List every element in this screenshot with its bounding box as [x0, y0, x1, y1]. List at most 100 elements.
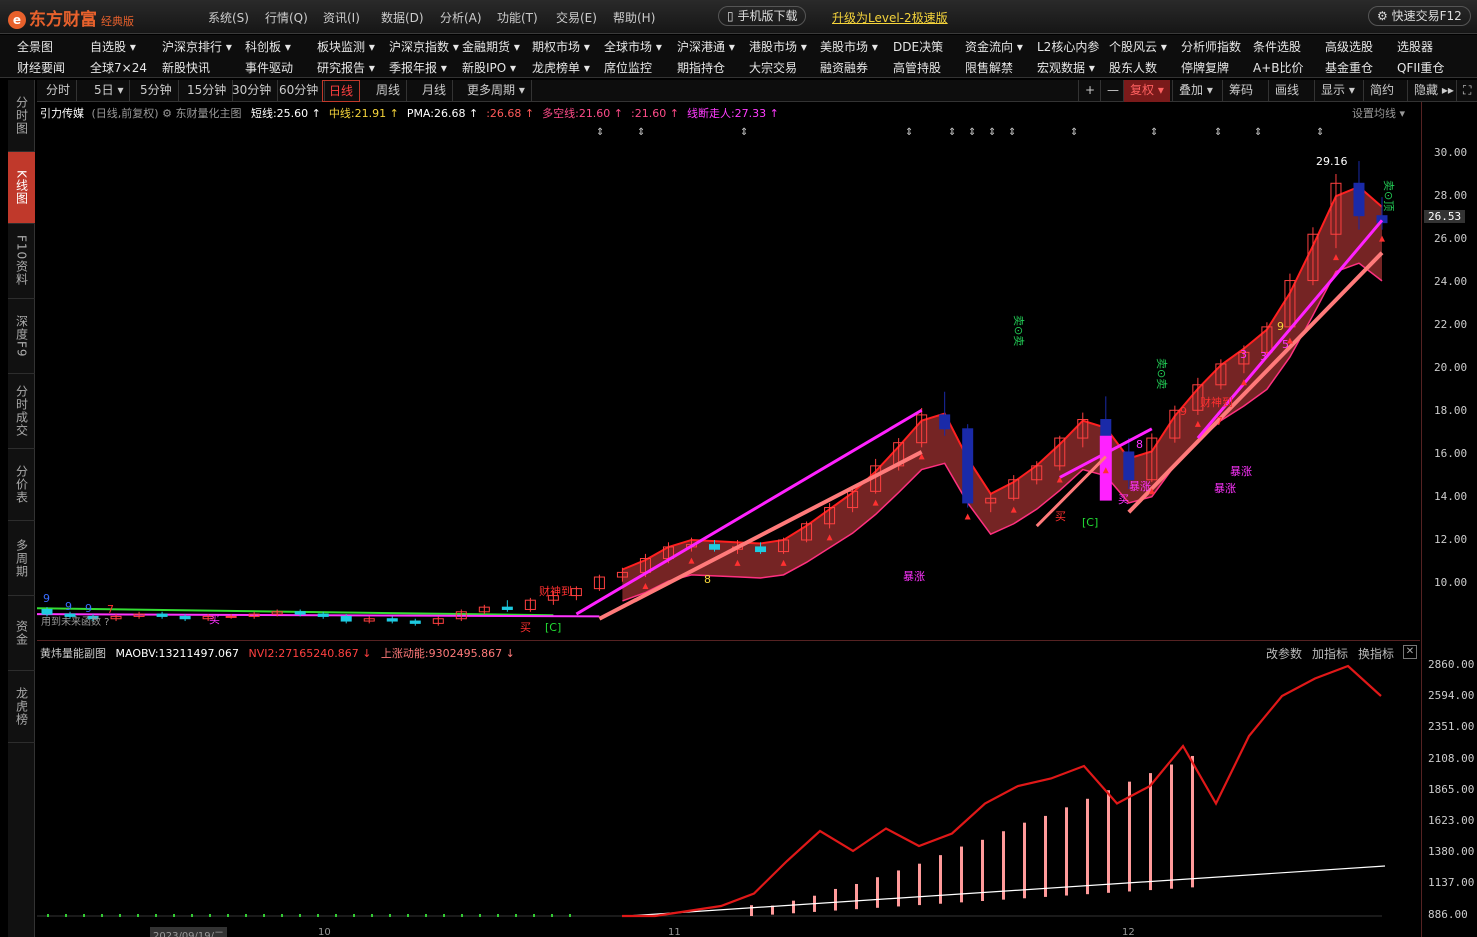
nav-item[interactable]: 沪深京指数 ▾ — [389, 38, 459, 55]
nav-item[interactable]: 基金重仓 — [1325, 59, 1373, 76]
small-volume-bar — [281, 914, 283, 917]
sub-indicator-button[interactable]: 换指标 — [1358, 645, 1394, 662]
sidebar-tab[interactable]: 分价表 — [8, 449, 35, 521]
chart-tool-button[interactable]: ⛶ — [1456, 80, 1477, 102]
nav-item[interactable]: 宏观数据 ▾ — [1037, 59, 1095, 76]
chart-tool-button[interactable]: 显示 ▾ — [1314, 80, 1361, 102]
period-tab[interactable]: 30分钟 — [226, 80, 279, 102]
chart-tool-button[interactable]: 筹码 — [1222, 80, 1259, 102]
nav-item[interactable]: 席位监控 — [604, 59, 652, 76]
top-menu-item[interactable]: 交易(E) — [556, 9, 597, 26]
chart-tool-button[interactable]: 画线 — [1268, 80, 1305, 102]
nav-item[interactable]: 财经要闻 — [17, 59, 65, 76]
period-tab[interactable]: 分时 — [40, 80, 78, 102]
top-menu-item[interactable]: 系统(S) — [208, 9, 249, 26]
nav-item[interactable]: 融资融券 — [820, 59, 868, 76]
chart-tool-button[interactable]: — — [1100, 80, 1125, 102]
ma-settings-button[interactable]: 设置均线 ▾ — [1352, 105, 1405, 121]
top-menu-item[interactable]: 行情(Q) — [265, 9, 308, 26]
sidebar-tab[interactable]: 多周期 — [8, 521, 35, 596]
nav-item[interactable]: 事件驱动 — [245, 59, 293, 76]
nav-item[interactable]: 龙虎榜单 ▾ — [532, 59, 590, 76]
sub-indicator-button[interactable]: 加指标 — [1312, 645, 1348, 662]
nav-item[interactable]: 金融期货 ▾ — [462, 38, 520, 55]
quick-trade-button[interactable]: ⚙ 快速交易F12 — [1368, 6, 1471, 26]
main-chart-name[interactable]: 东财量化主图 — [175, 107, 241, 120]
period-tab[interactable]: 60分钟 — [273, 80, 326, 102]
nav-item[interactable]: 高管持股 — [893, 59, 941, 76]
kline-chart[interactable]: ⇕ ⇕ ⇕ ⇕ ⇕ ⇕ ⇕ ⇕ ⇕ ⇕ ⇕ ⇕ ⇕29.16卖⊙顶卖⊙卖卖⊙卖财神到财神到暴涨暴涨暴涨暴… — [37, 120, 1420, 638]
period-tab[interactable]: 月线 — [416, 80, 454, 102]
sidebar-tab[interactable]: 深度F9 — [8, 299, 35, 374]
top-menu-item[interactable]: 数据(D) — [381, 9, 424, 26]
count-label: 3 — [1240, 348, 1247, 361]
nav-item[interactable]: 限售解禁 — [965, 59, 1013, 76]
chart-tool-button[interactable]: 叠加 ▾ — [1172, 80, 1219, 102]
nav-item[interactable]: 新股IPO ▾ — [462, 59, 516, 76]
small-volume-bar — [407, 914, 409, 917]
top-menu-item[interactable]: 分析(A) — [440, 9, 482, 26]
nav-item[interactable]: A+B比价 — [1253, 59, 1304, 76]
nav-item[interactable]: 个股风云 ▾ — [1109, 38, 1167, 55]
top-menu-item[interactable]: 帮助(H) — [613, 9, 655, 26]
sidebar-tab[interactable]: 分时成交 — [8, 374, 35, 449]
sub-indicator-name[interactable]: 黄炜量能副图 — [40, 647, 106, 660]
nav-item[interactable]: 高级选股 — [1325, 38, 1373, 55]
nav-item[interactable]: 板块监测 ▾ — [317, 38, 375, 55]
nav-item[interactable]: 沪深港通 ▾ — [677, 38, 735, 55]
period-tab[interactable]: 更多周期 ▾ — [461, 80, 532, 102]
nav-item[interactable]: 季报年报 ▾ — [389, 59, 447, 76]
nav-item[interactable]: 新股快讯 — [162, 59, 210, 76]
function-navbar: 全景图 自选股 ▾ 沪深京排行 ▾ 科创板 ▾ 板块监测 ▾ 沪深京指数 ▾ 金融期货 ▾ 期… — [0, 35, 1477, 78]
period-tab[interactable]: 5日 ▾ — [88, 80, 131, 102]
chart-tool-button[interactable]: + — [1078, 80, 1101, 102]
chart-tool-button[interactable]: 隐藏 ▸▸ — [1407, 80, 1460, 102]
period-tab[interactable]: 5分钟 — [134, 80, 179, 102]
sidebar-tab[interactable]: 分时图 — [8, 80, 35, 152]
nav-item[interactable]: 全景图 — [17, 38, 53, 55]
mobile-download-button[interactable]: ▯ 手机版下载 — [718, 6, 807, 26]
close-icon[interactable]: ✕ — [1403, 645, 1417, 659]
price-tick: 22.00 — [1434, 318, 1468, 331]
nav-item[interactable]: 条件选股 — [1253, 38, 1301, 55]
sidebar-tab[interactable]: 龙虎榜 — [8, 671, 35, 743]
sidebar-tab[interactable]: K线图 — [8, 152, 35, 224]
nav-item[interactable]: 沪深京排行 ▾ — [162, 38, 232, 55]
maobv-value: MAOBV:13211497.067 — [115, 647, 240, 660]
sidebar-tab[interactable]: F10资料 — [8, 224, 35, 299]
nav-item[interactable]: 科创板 ▾ — [245, 38, 291, 55]
nav-item[interactable]: 期指持仓 — [677, 59, 725, 76]
nav-item[interactable]: QFII重仓 — [1397, 59, 1444, 76]
period-tab[interactable]: 日线 — [322, 80, 361, 102]
app-logo[interactable]: e 东方财富 经典版 — [8, 5, 134, 30]
nav-item[interactable]: L2核心内参 — [1037, 38, 1099, 55]
nav-item[interactable]: 全球7×24 — [90, 59, 147, 76]
small-volume-bar — [83, 914, 85, 917]
nav-item[interactable]: 研究报告 ▾ — [317, 59, 375, 76]
nav-item[interactable]: 股东人数 — [1109, 59, 1157, 76]
nav-item[interactable]: 选股器 — [1397, 38, 1433, 55]
nav-item[interactable]: 资金流向 ▾ — [965, 38, 1023, 55]
upgrade-link[interactable]: 升级为Level-2极速版 — [832, 9, 948, 26]
sidebar-tab[interactable]: 资金 — [8, 596, 35, 671]
nav-item[interactable]: 美股市场 ▾ — [820, 38, 878, 55]
nav-item[interactable]: 自选股 ▾ — [90, 38, 136, 55]
period-tab[interactable]: 周线 — [370, 80, 408, 102]
nav-item[interactable]: 港股市场 ▾ — [749, 38, 807, 55]
chart-tool-button[interactable]: 简约 — [1363, 80, 1400, 102]
candle-body — [755, 546, 767, 553]
top-menu-item[interactable]: 功能(T) — [497, 9, 538, 26]
top-menu-item[interactable]: 资讯(I) — [323, 9, 360, 26]
volume-bar — [1044, 815, 1047, 897]
nav-item[interactable]: 全球市场 ▾ — [604, 38, 662, 55]
nav-item[interactable]: 大宗交易 — [749, 59, 797, 76]
settings-icon[interactable]: ⚙ — [162, 107, 172, 120]
sub-indicator-button[interactable]: 改参数 — [1266, 645, 1302, 662]
nav-item[interactable]: 分析师指数 — [1181, 38, 1241, 55]
volume-energy-chart[interactable] — [37, 660, 1420, 928]
pane-divider[interactable] — [37, 640, 1420, 641]
nav-item[interactable]: 停牌复牌 — [1181, 59, 1229, 76]
nav-item[interactable]: DDE决策 — [893, 38, 943, 55]
nav-item[interactable]: 期权市场 ▾ — [532, 38, 590, 55]
chart-tool-button[interactable]: 复权 ▾ — [1123, 80, 1170, 102]
